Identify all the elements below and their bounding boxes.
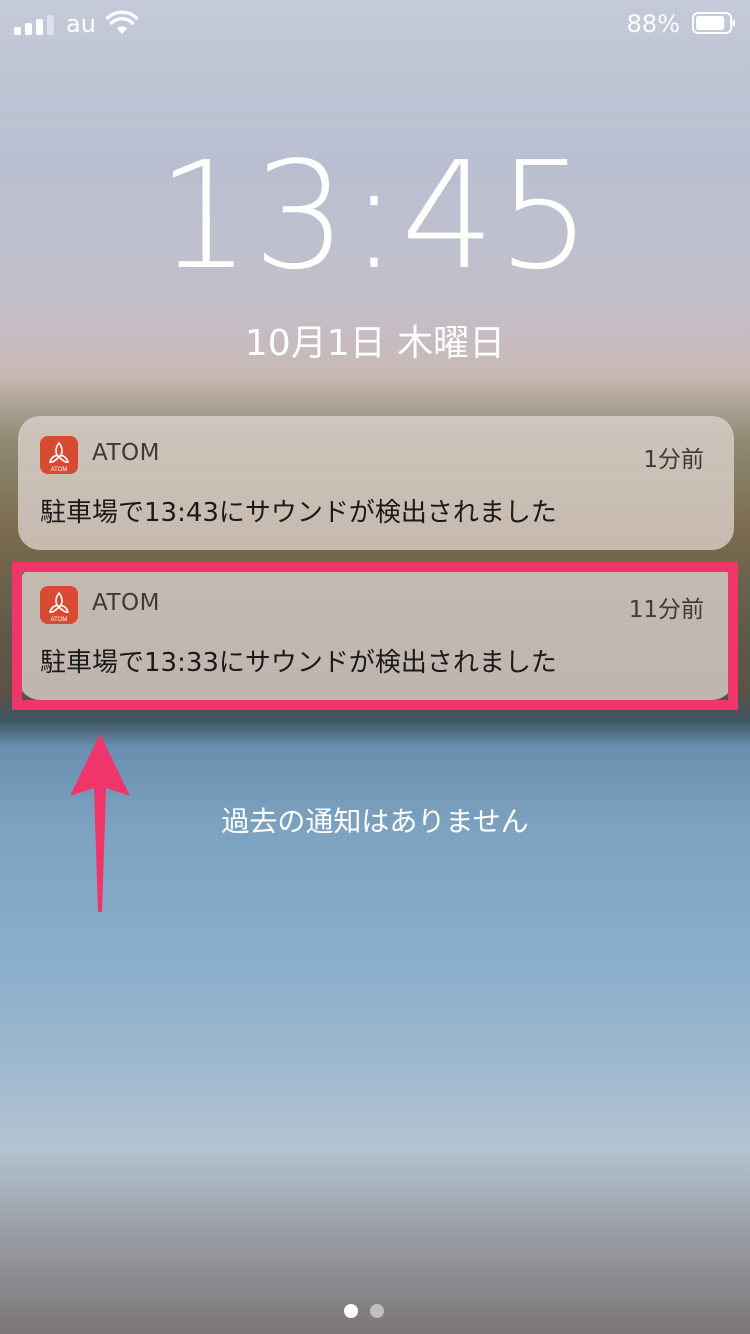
notification-message: 駐車場で13:43にサウンドが検出されました <box>40 498 557 528</box>
highlight-frame <box>12 562 738 710</box>
lock-screen-time: 13:45 <box>156 130 594 302</box>
page-dot <box>370 1304 384 1318</box>
svg-text:ATOM: ATOM <box>51 467 68 473</box>
status-bar: au 88% <box>0 0 750 48</box>
battery-icon <box>692 12 735 34</box>
lock-screen-date: 10月1日 木曜日 <box>244 323 506 364</box>
atom-app-icon: ATOM <box>40 436 78 474</box>
notification-card[interactable]: ATOM ATOM 1分前 駐車場で13:43にサウンドが検出されました <box>18 416 734 550</box>
carrier-label: au <box>66 10 96 38</box>
battery-percentage: 88% <box>626 10 680 38</box>
notification-time-ago: 1分前 <box>643 447 704 473</box>
page-indicator <box>344 1304 384 1318</box>
notification-app-name: ATOM <box>92 440 160 466</box>
wifi-icon <box>106 10 138 34</box>
cellular-signal-icon <box>14 13 54 35</box>
no-older-notifications-label: 過去の通知はありません <box>221 805 529 838</box>
page-dot <box>344 1304 358 1318</box>
